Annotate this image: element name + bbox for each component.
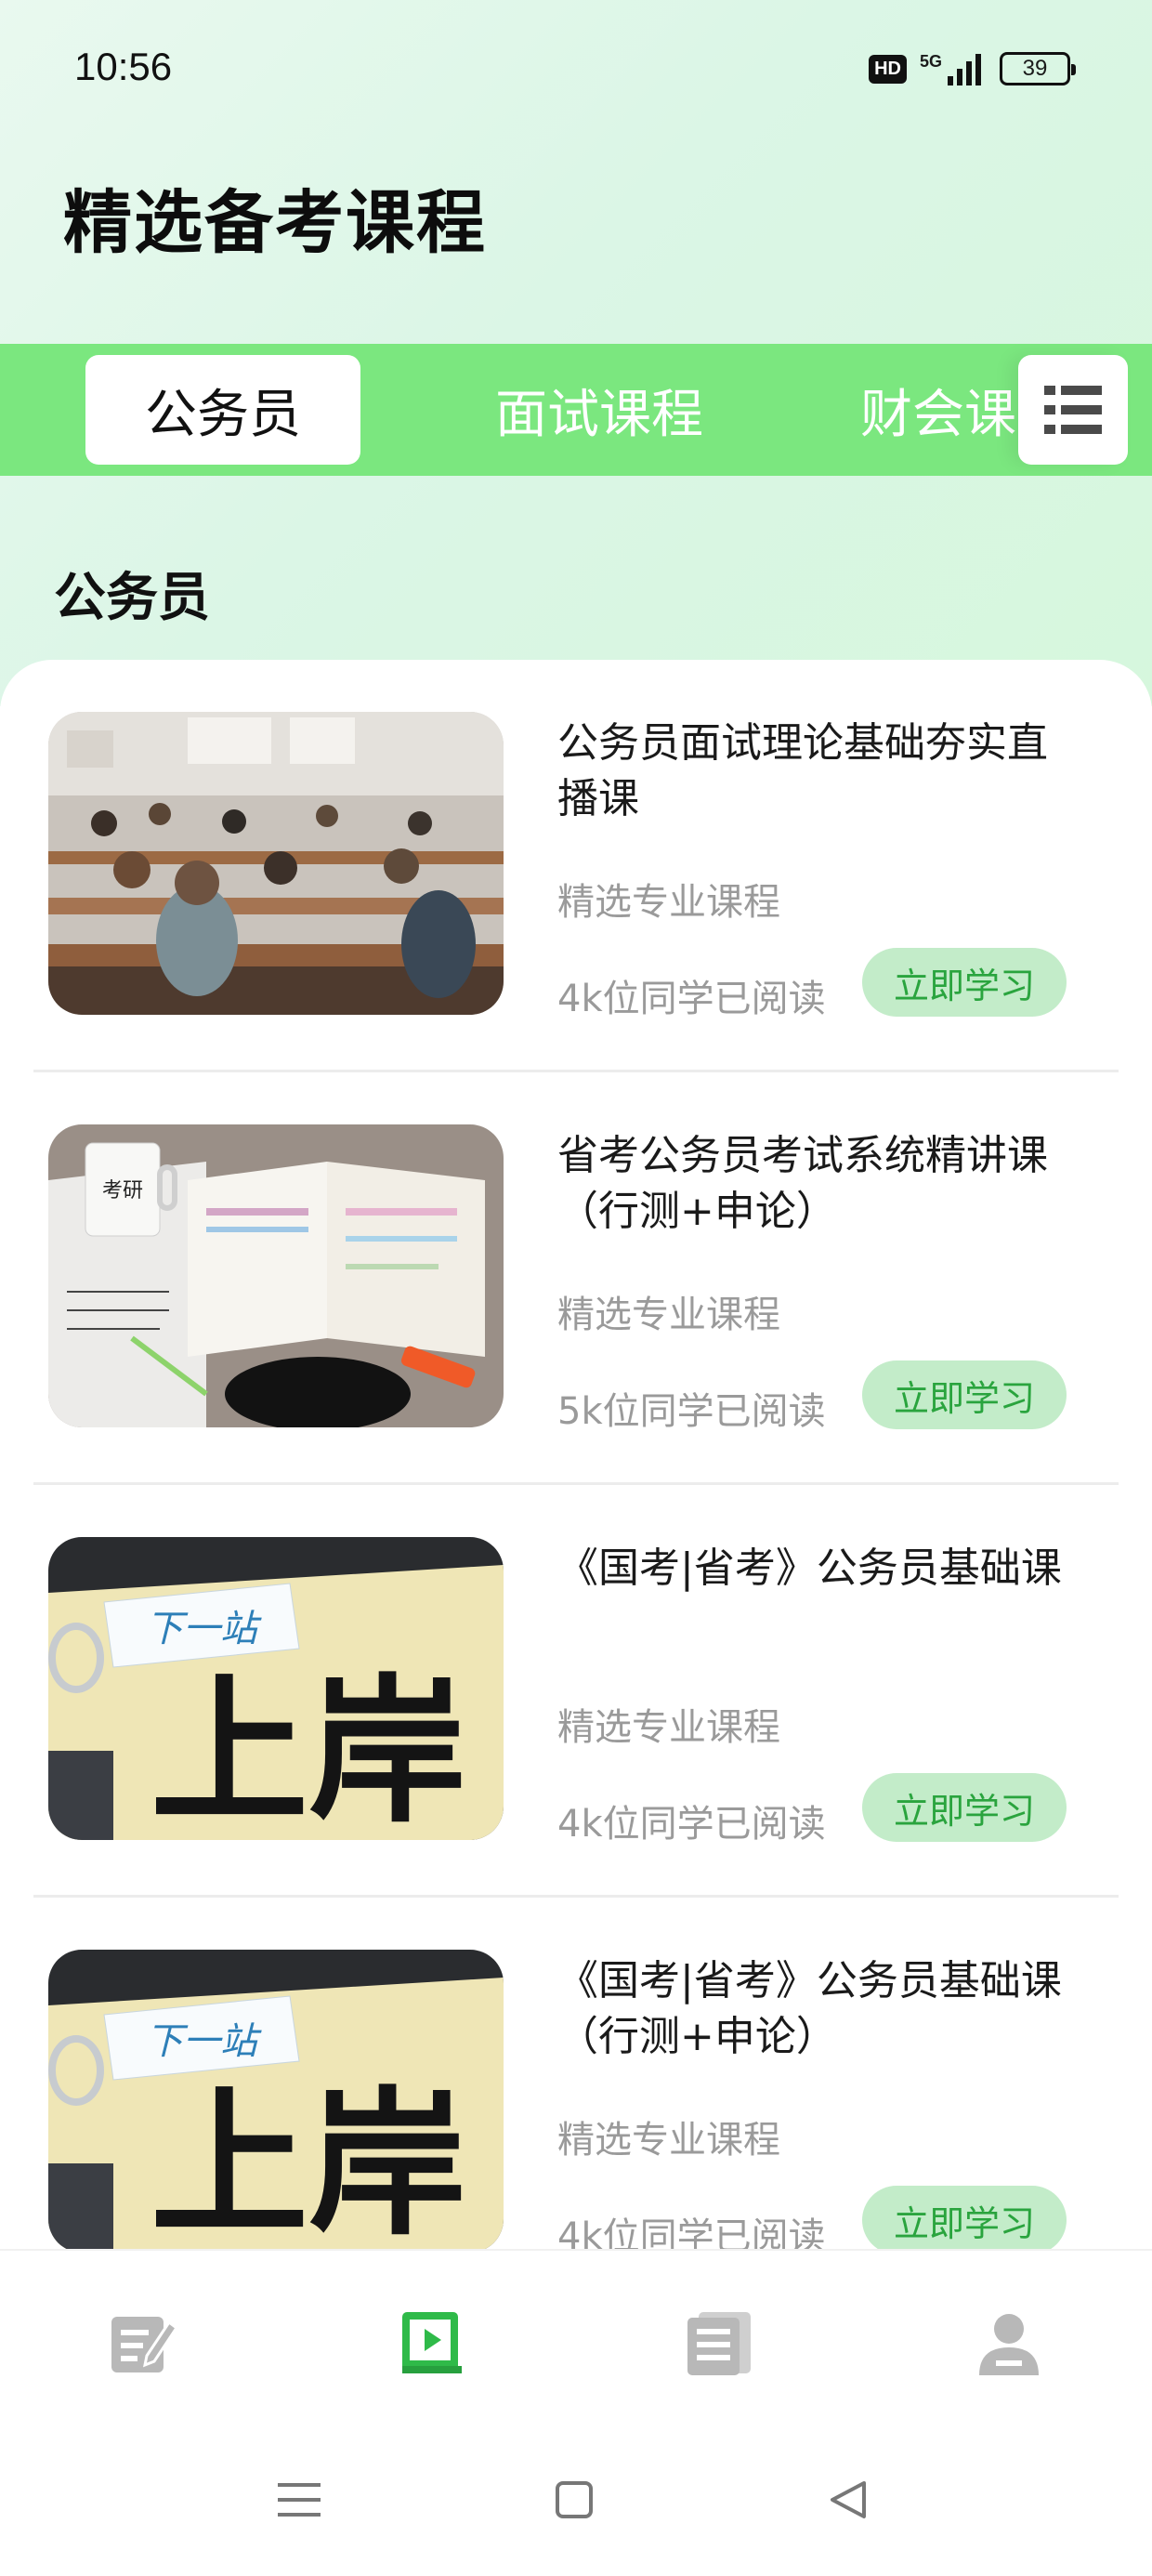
home-square-icon bbox=[556, 2481, 593, 2518]
mug-text: 考研 bbox=[102, 1179, 143, 1203]
system-navigation-bar bbox=[0, 2435, 1152, 2576]
battery-icon: 39 bbox=[1000, 52, 1076, 85]
course-read-count: 4k位同学已阅读 bbox=[557, 2215, 826, 2249]
list-menu-icon bbox=[1044, 386, 1102, 434]
menu-icon bbox=[278, 2483, 321, 2517]
course-title[interactable]: 公务员面试理论基础夯实直播课 bbox=[557, 716, 1078, 827]
course-subtitle: 精选专业课程 bbox=[557, 1294, 780, 1336]
study-now-button[interactable]: 立即学习 bbox=[862, 2186, 1067, 2249]
course-thumbnail-book[interactable]: 考研 bbox=[48, 1124, 504, 1427]
status-bar: 10:56 HD 5G 39 bbox=[0, 0, 1152, 130]
network-type: 5G bbox=[919, 52, 942, 71]
sys-back-button[interactable] bbox=[819, 2472, 875, 2528]
calligraphy-text: 上岸 bbox=[151, 1659, 466, 1840]
status-time: 10:56 bbox=[74, 45, 173, 88]
user-profile-icon bbox=[979, 2314, 1039, 2375]
course-subtitle: 精选专业课程 bbox=[557, 1706, 780, 1749]
course-title[interactable]: 省考公务员考试系统精讲课（行测+申论） bbox=[557, 1128, 1078, 1240]
bottom-navigation bbox=[0, 2249, 1152, 2435]
course-list: 公务员面试理论基础夯实直播课 精选专业课程 4k位同学已阅读 立即学习 考研 省… bbox=[0, 660, 1152, 2249]
back-triangle-icon bbox=[831, 2481, 866, 2518]
course-title[interactable]: 《国考|省考》公务员基础课（行测+申论） bbox=[557, 1953, 1078, 2065]
calligraphy-text: 上岸 bbox=[151, 2071, 466, 2249]
signal-icon: 5G bbox=[920, 52, 987, 85]
list-item[interactable]: 考研 省考公务员考试系统精讲课（行测+申论） 精选专业课程 5k位同学已阅读 立… bbox=[0, 1072, 1152, 1485]
study-now-button[interactable]: 立即学习 bbox=[862, 1360, 1067, 1429]
sys-menu-button[interactable] bbox=[271, 2472, 327, 2528]
label-card-text: 下一站 bbox=[146, 1608, 262, 1650]
section-heading: 公务员 bbox=[54, 568, 210, 628]
course-subtitle: 精选专业课程 bbox=[557, 2119, 780, 2162]
course-read-count: 4k位同学已阅读 bbox=[557, 978, 826, 1020]
study-now-button[interactable]: 立即学习 bbox=[862, 948, 1067, 1017]
nav-profile[interactable] bbox=[972, 2307, 1046, 2381]
study-now-button[interactable]: 立即学习 bbox=[862, 1773, 1067, 1842]
video-course-icon bbox=[402, 2312, 462, 2373]
list-item[interactable]: 下一站 上岸 《国考|省考》公务员基础课（行测+申论） 精选专业课程 4k位同学… bbox=[0, 1898, 1152, 2249]
nav-edit[interactable] bbox=[106, 2307, 180, 2381]
nav-courses[interactable] bbox=[395, 2307, 469, 2381]
label-card-text: 下一站 bbox=[146, 2020, 262, 2063]
list-item[interactable]: 公务员面试理论基础夯实直播课 精选专业课程 4k位同学已阅读 立即学习 bbox=[0, 660, 1152, 1072]
tab-civil-servant[interactable]: 公务员 bbox=[85, 355, 360, 465]
category-tab-strip: 公务员 面试课程 财会课 bbox=[0, 344, 1152, 476]
course-title[interactable]: 《国考|省考》公务员基础课 bbox=[557, 1541, 1078, 1597]
tab-interview-courses[interactable]: 面试课程 bbox=[483, 355, 715, 465]
edit-note-icon bbox=[111, 2317, 177, 2372]
document-list-icon bbox=[687, 2312, 751, 2375]
course-thumbnail-calligraphy[interactable]: 下一站 上岸 bbox=[48, 1950, 504, 2249]
course-read-count: 5k位同学已阅读 bbox=[557, 1390, 826, 1433]
sys-home-button[interactable] bbox=[546, 2472, 602, 2528]
category-menu-button[interactable] bbox=[1018, 355, 1128, 465]
course-subtitle: 精选专业课程 bbox=[557, 881, 780, 924]
hd-badge: HD bbox=[869, 54, 907, 84]
list-item[interactable]: 下一站 上岸 《国考|省考》公务员基础课 精选专业课程 4k位同学已阅读 立即学… bbox=[0, 1485, 1152, 1898]
course-read-count: 4k位同学已阅读 bbox=[557, 1803, 826, 1846]
nav-articles[interactable] bbox=[682, 2307, 756, 2381]
course-thumbnail-classroom[interactable] bbox=[48, 712, 504, 1015]
page-title: 精选备考课程 bbox=[63, 183, 487, 263]
status-icons: HD 5G 39 bbox=[869, 46, 1076, 91]
course-thumbnail-calligraphy[interactable]: 下一站 上岸 bbox=[48, 1537, 504, 1840]
